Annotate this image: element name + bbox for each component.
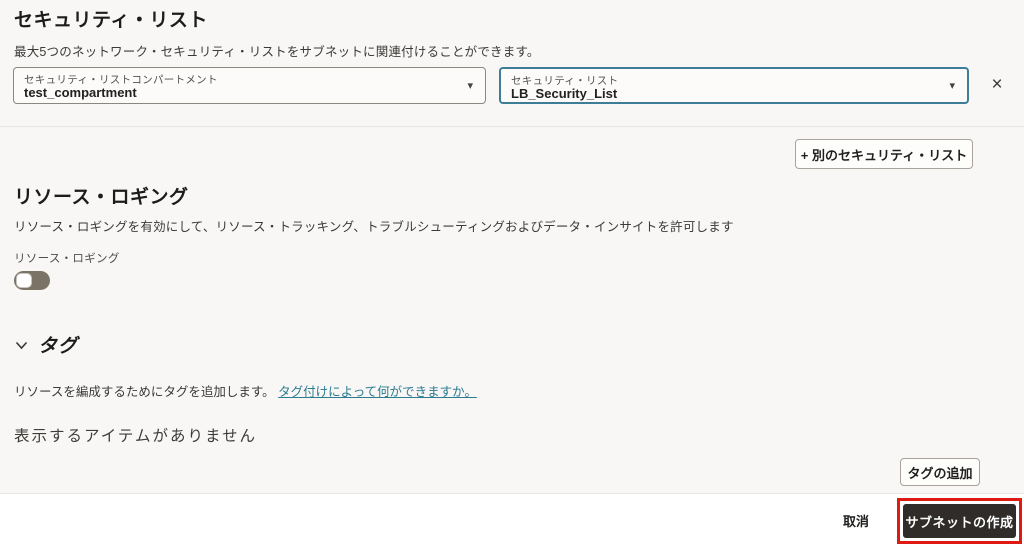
resource-logging-toggle-label: リソース・ロギング: [14, 253, 120, 265]
compartment-select-value: test_compartment: [24, 85, 137, 100]
add-tag-button[interactable]: タグの追加: [900, 458, 980, 486]
footer-bar: [0, 493, 1024, 546]
caret-down-icon: ▾: [467, 79, 473, 92]
tags-empty-message: 表示するアイテムがありません: [14, 428, 257, 445]
toggle-knob: [16, 273, 32, 288]
section-divider: [0, 126, 1024, 127]
resource-logging-toggle[interactable]: [14, 271, 50, 290]
security-list-section-title: セキュリティ・リスト: [14, 10, 208, 31]
security-list-compartment-select[interactable]: セキュリティ・リストコンパートメント test_compartment ▾: [13, 67, 486, 104]
caret-down-icon: ▾: [949, 79, 955, 92]
security-list-select-value: LB_Security_List: [511, 86, 618, 101]
create-subnet-button[interactable]: サブネットの作成: [903, 504, 1016, 538]
tagging-help-link[interactable]: タグ付けによって何ができますか。: [278, 385, 477, 399]
tags-description: リソースを編成するためにタグを追加します。 タグ付けによって何ができますか。: [14, 381, 477, 400]
resource-logging-section-title: リソース・ロギング: [14, 187, 189, 208]
chevron-down-icon[interactable]: [15, 341, 28, 350]
cancel-button[interactable]: 取消: [843, 511, 869, 530]
tags-section-title[interactable]: タグ: [38, 331, 78, 358]
create-subnet-form: セキュリティ・リスト 最大5つのネットワーク・セキュリティ・リストをサブネットに…: [0, 0, 1024, 546]
add-another-security-list-button[interactable]: + 別のセキュリティ・リスト: [795, 139, 973, 169]
remove-security-list-icon[interactable]: ×: [986, 74, 1008, 96]
security-list-description: 最大5つのネットワーク・セキュリティ・リストをサブネットに関連付けることができま…: [14, 45, 540, 59]
tags-description-text: リソースを編成するためにタグを追加します。: [14, 385, 275, 399]
resource-logging-description: リソース・ロギングを有効にして、リソース・トラッキング、トラブルシューティングお…: [14, 220, 734, 234]
security-list-select[interactable]: セキュリティ・リスト LB_Security_List ▾: [499, 67, 969, 104]
